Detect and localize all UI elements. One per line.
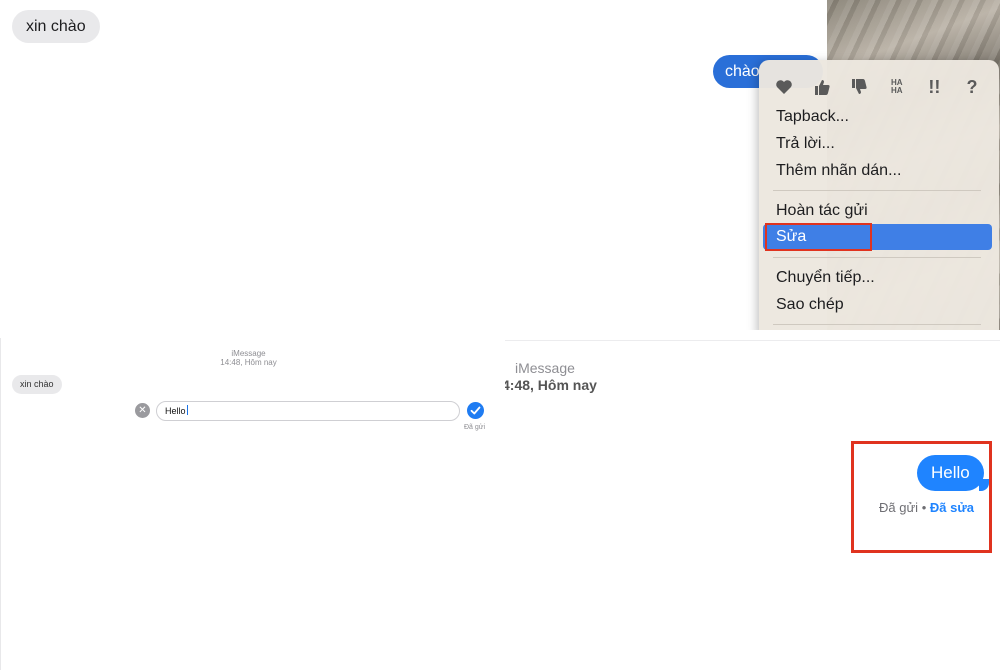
timestamp: 4:48, Hôm nay: [505, 377, 597, 393]
heart-icon[interactable]: [773, 76, 795, 98]
cancel-edit-icon[interactable]: ✕: [135, 403, 150, 418]
menu-separator: [773, 324, 981, 325]
service-label: iMessage: [231, 349, 266, 358]
thumbs-down-icon[interactable]: [848, 76, 870, 98]
haha-icon[interactable]: HA HA: [886, 76, 908, 98]
edited-result-screenshot: iMessage 4:48, Hôm nay Hello Đã gửi • Đã…: [505, 340, 1000, 670]
menu-item-add-sticker[interactable]: Thêm nhãn dán...: [763, 158, 992, 184]
incoming-message-bubble[interactable]: xin chào: [12, 10, 100, 43]
edit-field-text: Hello: [165, 406, 186, 416]
timestamp: 14:48, Hôm nay: [220, 358, 277, 367]
thumbs-up-icon[interactable]: [811, 76, 833, 98]
message-context-menu: HA HA !! ? Tapback... Trả lời... Thêm nh…: [759, 60, 999, 330]
confirm-edit-icon[interactable]: [467, 402, 484, 419]
result-highlight-box: [851, 441, 992, 553]
text-caret: [186, 405, 188, 415]
exclamation-icon[interactable]: !!: [923, 76, 945, 98]
service-label: iMessage: [515, 360, 575, 376]
menu-item-undo-send[interactable]: Hoàn tác gửi: [763, 198, 992, 224]
conversation-header: iMessage 14:48, Hôm nay: [1, 349, 496, 367]
menu-item-reply[interactable]: Trả lời...: [763, 131, 992, 157]
menu-separator: [773, 257, 981, 258]
delivery-status: Đã gửi: [463, 424, 485, 431]
editing-screenshot: iMessage 14:48, Hôm nay xin chào ✕ Hello…: [0, 338, 505, 670]
menu-item-copy[interactable]: Sao chép: [763, 292, 992, 318]
incoming-message-bubble[interactable]: xin chào: [12, 375, 62, 394]
edit-highlight-box: [765, 223, 872, 251]
menu-item-tapback[interactable]: Tapback...: [763, 104, 992, 130]
tapback-row: HA HA !! ?: [773, 74, 983, 100]
context-menu-screenshot: xin chào chào HA HA !! ? Tapback... Trả …: [0, 0, 1000, 330]
menu-item-forward[interactable]: Chuyển tiếp...: [763, 265, 992, 291]
edit-message-field[interactable]: Hello: [156, 401, 460, 421]
menu-separator: [773, 190, 981, 191]
question-icon[interactable]: ?: [961, 76, 983, 98]
